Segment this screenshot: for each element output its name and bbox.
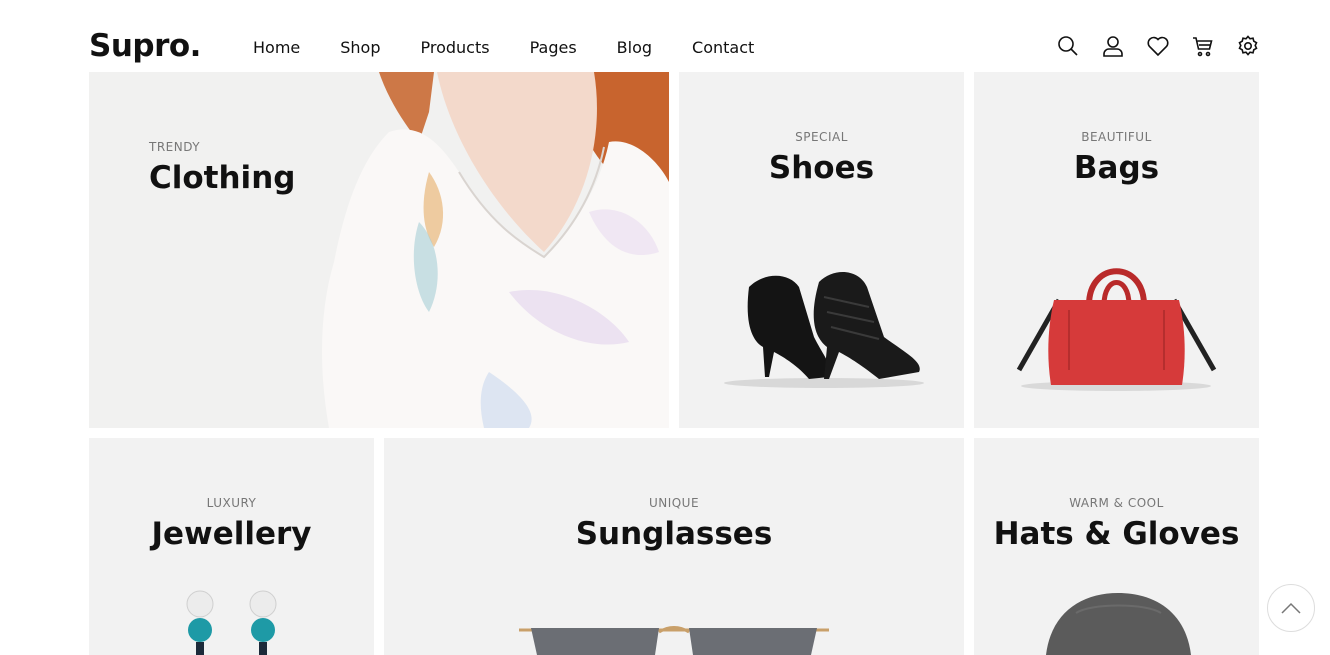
nav-shop[interactable]: Shop (340, 38, 380, 57)
category-title[interactable]: Sunglasses (384, 516, 964, 552)
category-title[interactable]: Shoes (679, 150, 964, 186)
category-subtitle: BEAUTIFUL (1081, 130, 1152, 144)
nav-contact[interactable]: Contact (692, 38, 754, 57)
nav-products[interactable]: Products (421, 38, 490, 57)
category-clothing[interactable]: TRENDY Clothing (89, 72, 669, 428)
category-subtitle: WARM & COOL (1069, 496, 1164, 510)
category-title[interactable]: Hats & Gloves (974, 516, 1259, 552)
bag-image (1016, 268, 1217, 391)
cart-icon[interactable] (1191, 34, 1215, 58)
gear-icon[interactable] (1236, 34, 1260, 58)
category-bags[interactable]: BEAUTIFUL Bags (974, 72, 1259, 428)
category-subtitle: UNIQUE (648, 496, 700, 510)
beanie-image (1046, 593, 1191, 655)
search-icon[interactable] (1056, 34, 1080, 58)
clothing-model-image (322, 72, 669, 428)
site-logo[interactable]: Supro. (89, 28, 201, 64)
category-shoes[interactable]: SPECIAL Shoes (679, 72, 964, 428)
category-hats-gloves[interactable]: WARM & COOL Hats & Gloves (974, 438, 1259, 655)
chevron-up-icon (1281, 602, 1301, 614)
shoes-image (724, 271, 924, 388)
earrings-image (186, 590, 277, 655)
nav-home[interactable]: Home (253, 38, 300, 57)
back-to-top-button[interactable] (1267, 584, 1315, 632)
category-sunglasses[interactable]: UNIQUE Sunglasses (384, 438, 964, 655)
category-jewellery[interactable]: LUXURY Jewellery (89, 438, 374, 655)
category-subtitle: SPECIAL (795, 130, 848, 144)
category-title[interactable]: Jewellery (89, 516, 374, 552)
category-title[interactable]: Clothing (149, 160, 295, 196)
site-header: Supro. Home Shop Products Pages Blog Con… (0, 0, 1330, 72)
nav-pages[interactable]: Pages (530, 38, 577, 57)
nav-blog[interactable]: Blog (617, 38, 652, 57)
category-subtitle: TRENDY (149, 140, 201, 154)
category-subtitle: LUXURY (206, 496, 257, 510)
user-icon[interactable] (1101, 34, 1125, 58)
heart-icon[interactable] (1146, 34, 1170, 58)
main-nav: Home Shop Products Pages Blog Contact (253, 38, 794, 57)
category-title[interactable]: Bags (974, 150, 1259, 186)
sunglasses-image (519, 626, 829, 655)
header-icons (1035, 34, 1260, 58)
